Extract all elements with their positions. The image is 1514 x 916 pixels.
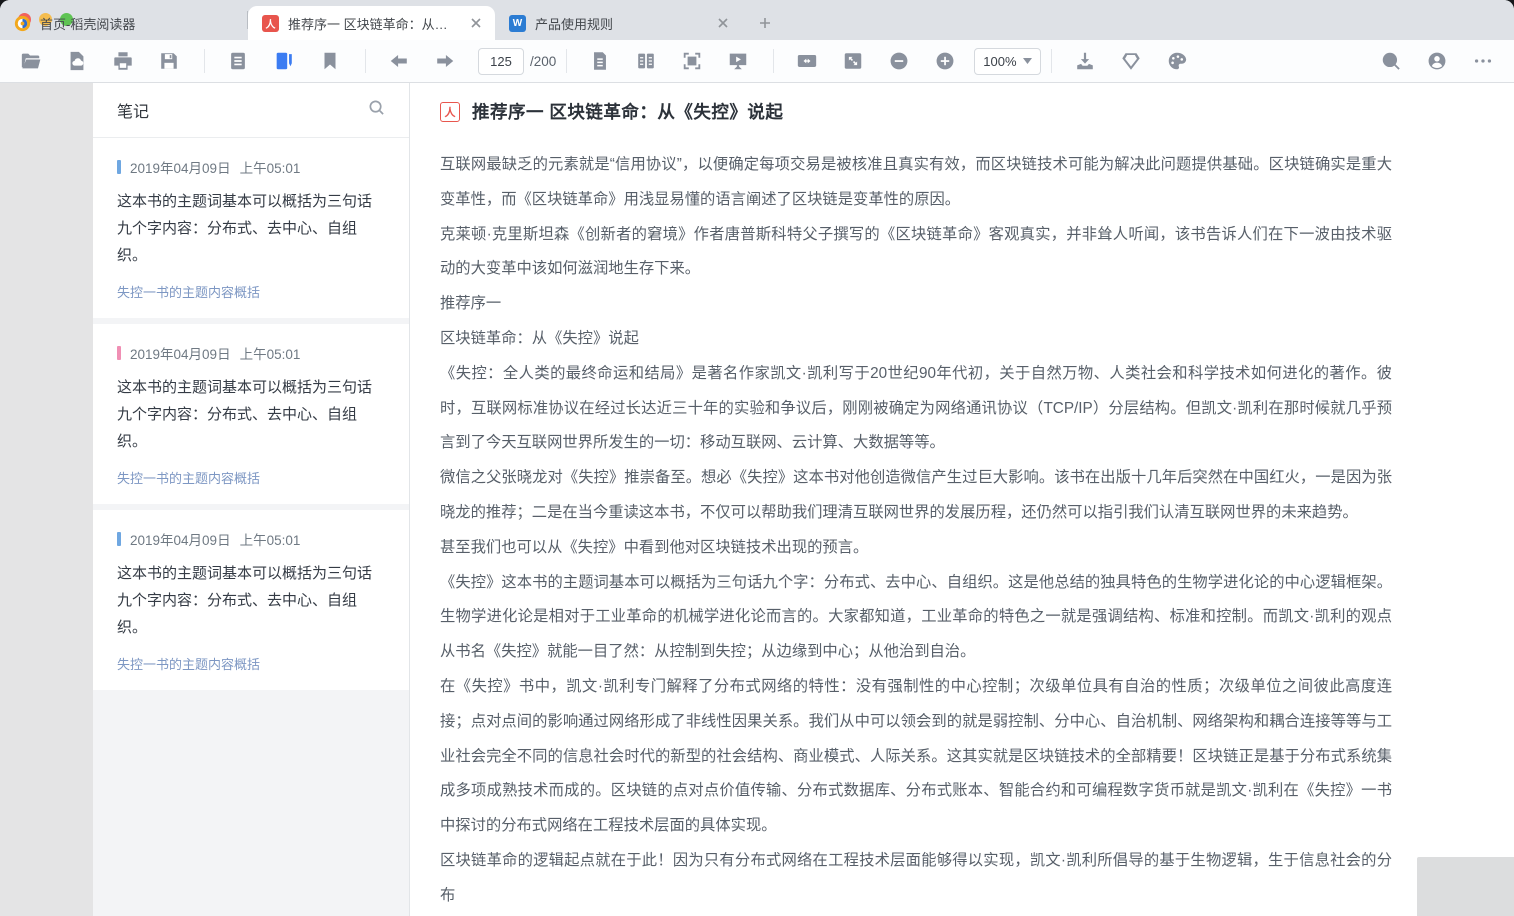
paragraph: 在《失控》书中，凯文·凯利专门解释了分布式网络的特性：没有强制性的中心控制；次级… — [440, 670, 1392, 844]
toolbar-separator — [365, 49, 366, 73]
download-icon[interactable] — [1068, 45, 1102, 77]
sidebar-title: 笔记 — [117, 98, 149, 122]
note-meta: 2019年04月09日 上午05:01 — [117, 157, 385, 177]
close-tab-icon[interactable] — [714, 14, 732, 32]
zoom-out-icon[interactable] — [882, 45, 916, 77]
export-image-icon[interactable] — [60, 45, 94, 77]
note-summary: 失控一书的主题内容概括 — [117, 468, 385, 487]
note-summary: 失控一书的主题内容概括 — [117, 282, 385, 301]
toolbar: /200 100% — [0, 40, 1514, 83]
daoke-logo-icon — [14, 15, 31, 32]
word-file-icon: W — [509, 15, 526, 32]
tab-label: 首页-稻壳阅读器 — [40, 14, 237, 33]
zoom-level-value: 100% — [983, 54, 1016, 69]
prev-page-icon[interactable] — [382, 45, 416, 77]
toolbar-separator — [566, 49, 567, 73]
zoom-in-icon[interactable] — [928, 45, 962, 77]
toolbar-separator — [1051, 49, 1052, 73]
close-tab-icon[interactable] — [467, 14, 485, 32]
account-icon[interactable] — [1420, 45, 1454, 77]
paragraph: 甚至我们也可以从《失控》中看到他对区块链技术出现的预言。 — [440, 531, 1392, 566]
note-meta: 2019年04月09日 上午05:01 — [117, 343, 385, 363]
note-date: 2019年04月09日 — [130, 343, 231, 363]
thumbnail-panel-icon[interactable] — [221, 45, 255, 77]
double-page-view-icon[interactable] — [629, 45, 663, 77]
chevron-down-icon — [1023, 58, 1032, 64]
paragraph: 《失控》这本书的主题词基本可以概括为三句话九个字：分布式、去中心、自组织。这是他… — [440, 566, 1392, 670]
content-area: 笔记 2019年04月09日 上午05:01 这本书的主题词基本可以概括为三句话… — [0, 83, 1514, 916]
zoom-level-dropdown[interactable]: 100% — [974, 48, 1040, 75]
save-icon[interactable] — [152, 45, 186, 77]
note-card[interactable]: 2019年04月09日 上午05:01 这本书的主题词基本可以概括为三句话九个字… — [93, 324, 409, 504]
tab-rules[interactable]: W 产品使用规则 — [495, 6, 742, 40]
paragraph: 区块链革命：从《失控》说起 — [440, 322, 1392, 357]
note-content: 这本书的主题词基本可以概括为三句话九个字内容：分布式、去中心、自组织。 — [117, 374, 385, 455]
open-file-icon[interactable] — [14, 45, 48, 77]
note-meta: 2019年04月09日 上午05:01 — [117, 529, 385, 549]
highlight-marker — [117, 346, 121, 360]
fullscreen-icon[interactable] — [675, 45, 709, 77]
document-body: 互联网最缺乏的元素就是“信用协议”，以便确定每项交易是被核准且真实有效，而区块链… — [440, 148, 1392, 914]
left-gutter — [0, 83, 93, 916]
document-title: 推荐序一 区块链革命：从《失控》说起 — [472, 99, 783, 124]
vip-icon[interactable] — [1114, 45, 1148, 77]
document-header: 人 推荐序一 区块链革命：从《失控》说起 — [440, 99, 1514, 124]
paragraph: 推荐序一 — [440, 287, 1392, 322]
toolbar-separator — [773, 49, 774, 73]
notes-sidebar: 笔记 2019年04月09日 上午05:01 这本书的主题词基本可以概括为三句话… — [93, 83, 410, 916]
single-page-view-icon[interactable] — [583, 45, 617, 77]
note-content: 这本书的主题词基本可以概括为三句话九个字内容：分布式、去中心、自组织。 — [117, 560, 385, 641]
pdf-file-icon: 人 — [262, 15, 279, 32]
page-total-label: /200 — [530, 54, 556, 69]
bookmark-panel-icon[interactable] — [313, 45, 347, 77]
new-tab-button[interactable] — [756, 14, 774, 32]
toolbar-separator — [204, 49, 205, 73]
pdf-badge-icon: 人 — [440, 102, 460, 122]
highlight-marker — [117, 160, 121, 174]
note-card[interactable]: 2019年04月09日 上午05:01 这本书的主题词基本可以概括为三句话九个字… — [93, 138, 409, 318]
note-time: 上午05:01 — [240, 529, 301, 549]
page-number-input[interactable] — [478, 48, 524, 75]
tab-label: 推荐序一 区块链革命：从《失控... — [288, 14, 458, 33]
note-time: 上午05:01 — [240, 343, 301, 363]
tab-label: 产品使用规则 — [535, 14, 705, 33]
next-page-icon[interactable] — [428, 45, 462, 77]
search-icon[interactable] — [1374, 45, 1408, 77]
note-time: 上午05:01 — [240, 157, 301, 177]
notes-panel-icon[interactable] — [267, 45, 301, 77]
paragraph: 《失控：全人类的最终命运和结局》是著名作家凯文·凯利写于20世纪90年代初，关于… — [440, 357, 1392, 461]
tab-bar: 首页-稻壳阅读器 人 推荐序一 区块链革命：从《失控... W 产品使用规则 — [0, 0, 1514, 40]
sidebar-header: 笔记 — [93, 83, 409, 138]
note-content: 这本书的主题词基本可以概括为三句话九个字内容：分布式、去中心、自组织。 — [117, 188, 385, 269]
paragraph: 微信之父张晓龙对《失控》推崇备至。想必《失控》这本书对他创造微信产生过巨大影响。… — [440, 461, 1392, 531]
presentation-mode-icon[interactable] — [721, 45, 755, 77]
note-summary: 失控一书的主题内容概括 — [117, 654, 385, 673]
note-date: 2019年04月09日 — [130, 529, 231, 549]
note-date: 2019年04月09日 — [130, 157, 231, 177]
print-icon[interactable] — [106, 45, 140, 77]
app-window: 首页-稻壳阅读器 人 推荐序一 区块链革命：从《失控... W 产品使用规则 — [0, 0, 1514, 916]
fit-width-icon[interactable] — [790, 45, 824, 77]
fit-page-icon[interactable] — [836, 45, 870, 77]
notes-search-icon[interactable] — [368, 99, 385, 121]
paragraph: 区块链革命的逻辑起点就在于此！因为只有分布式网络在工程技术层面能够得以实现，凯文… — [440, 844, 1392, 914]
tab-home[interactable]: 首页-稻壳阅读器 — [0, 6, 247, 40]
paragraph: 互联网最缺乏的元素就是“信用协议”，以便确定每项交易是被核准且真实有效，而区块链… — [440, 148, 1392, 218]
document-view: 人 推荐序一 区块链革命：从《失控》说起 互联网最缺乏的元素就是“信用协议”，以… — [410, 83, 1514, 916]
theme-palette-icon[interactable] — [1160, 45, 1194, 77]
highlight-marker — [117, 532, 121, 546]
corner-widget — [1417, 857, 1514, 916]
paragraph: 克莱顿·克里斯坦森《创新者的窘境》作者唐普斯科特父子撰写的《区块链革命》客观真实… — [440, 218, 1392, 288]
tab-document[interactable]: 人 推荐序一 区块链革命：从《失控... — [248, 6, 495, 40]
more-menu-icon[interactable] — [1466, 45, 1500, 77]
note-card[interactable]: 2019年04月09日 上午05:01 这本书的主题词基本可以概括为三句话九个字… — [93, 510, 409, 690]
